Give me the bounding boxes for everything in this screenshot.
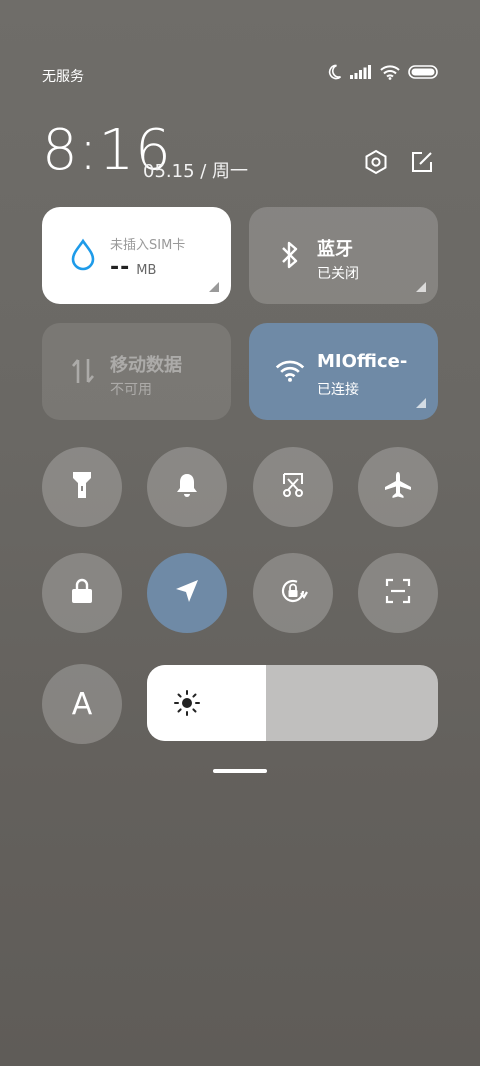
bell-icon bbox=[174, 471, 200, 503]
data-arrows-icon bbox=[68, 356, 98, 386]
scanner-toggle[interactable] bbox=[358, 553, 438, 633]
lock-screen-toggle[interactable] bbox=[42, 553, 122, 633]
sun-icon bbox=[173, 689, 201, 717]
airplane-icon bbox=[383, 470, 413, 504]
edit-button[interactable] bbox=[406, 148, 438, 180]
auto-brightness-toggle[interactable]: A bbox=[42, 664, 122, 744]
bluetooth-icon bbox=[275, 240, 305, 270]
signal-icon bbox=[350, 65, 372, 79]
scan-icon bbox=[384, 577, 412, 609]
data-usage-value-row: -- MB bbox=[110, 255, 156, 280]
brightness-slider[interactable] bbox=[147, 665, 438, 741]
wifi-icon bbox=[380, 64, 400, 80]
expand-corner-icon bbox=[416, 282, 426, 292]
date[interactable]: 05.15 / 周一 bbox=[143, 157, 248, 183]
lock-icon bbox=[69, 577, 95, 609]
rotation-lock-toggle[interactable] bbox=[253, 553, 333, 633]
sim-status-label: 未插入SIM卡 bbox=[110, 238, 186, 253]
mobile-data-tile[interactable]: 移动数据 不可用 bbox=[42, 323, 231, 420]
bluetooth-tile[interactable]: 蓝牙 已关闭 bbox=[249, 207, 438, 304]
bluetooth-status: 已关闭 bbox=[317, 266, 359, 282]
data-usage-unit: MB bbox=[136, 263, 157, 278]
screenshot-toggle[interactable] bbox=[253, 447, 333, 527]
ringer-toggle[interactable] bbox=[147, 447, 227, 527]
airplane-mode-toggle[interactable] bbox=[358, 447, 438, 527]
brightness-fill bbox=[147, 665, 267, 741]
location-icon bbox=[174, 578, 200, 608]
data-usage-tile[interactable]: 未插入SIM卡 -- MB bbox=[42, 207, 231, 304]
expand-corner-icon bbox=[209, 282, 219, 292]
rotation-lock-icon bbox=[277, 575, 309, 611]
screenshot-scissors-icon bbox=[279, 471, 307, 503]
auto-brightness-label: A bbox=[71, 686, 93, 722]
mobile-data-title: 移动数据 bbox=[110, 355, 182, 376]
bluetooth-title: 蓝牙 bbox=[317, 239, 353, 260]
status-icons bbox=[326, 64, 438, 80]
moon-icon bbox=[326, 64, 342, 80]
flashlight-icon bbox=[70, 470, 94, 504]
wifi-icon bbox=[275, 356, 305, 386]
settings-button[interactable] bbox=[360, 148, 392, 180]
mobile-data-status: 不可用 bbox=[110, 382, 152, 398]
settings-icon bbox=[363, 149, 389, 179]
carrier-status: 无服务 bbox=[42, 69, 84, 85]
wifi-tile[interactable]: MIOffice- 已连接 bbox=[249, 323, 438, 420]
water-drop-icon bbox=[68, 238, 98, 271]
wifi-network-name: MIOffice- bbox=[317, 351, 408, 372]
flashlight-toggle[interactable] bbox=[42, 447, 122, 527]
location-toggle[interactable] bbox=[147, 553, 227, 633]
edit-icon bbox=[409, 149, 435, 179]
battery-icon bbox=[408, 65, 438, 79]
wifi-status: 已连接 bbox=[317, 382, 359, 398]
data-usage-value: -- bbox=[110, 255, 131, 280]
panel-drag-handle[interactable] bbox=[213, 769, 267, 773]
expand-corner-icon bbox=[416, 398, 426, 408]
